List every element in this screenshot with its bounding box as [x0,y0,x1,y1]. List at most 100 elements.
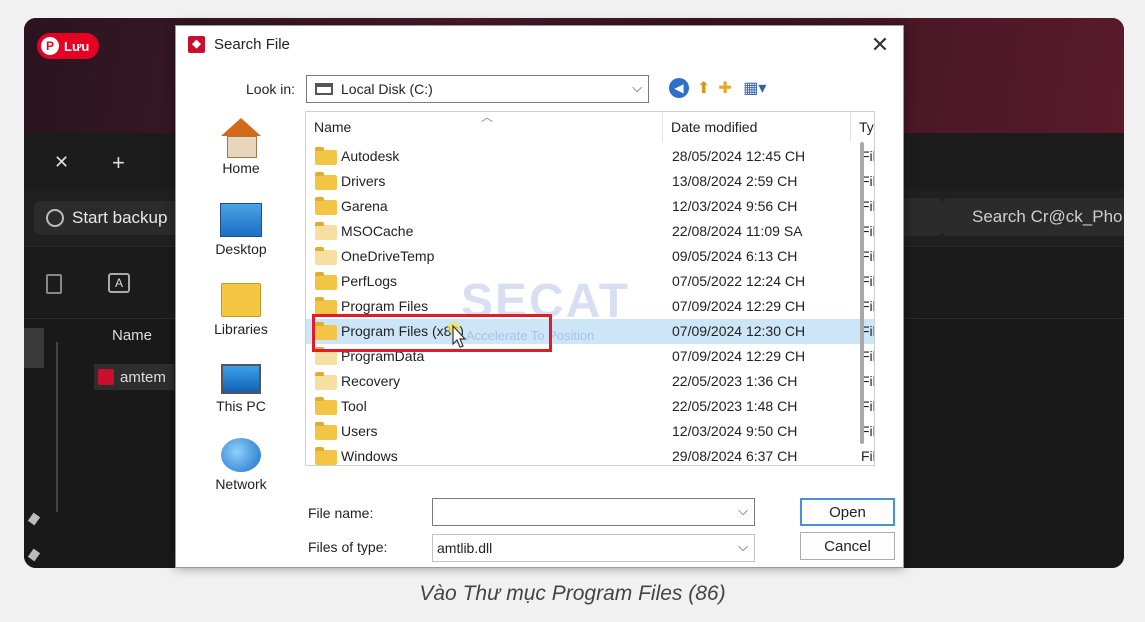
row-name: Autodesk [341,148,400,164]
column-header-type[interactable]: Ty [851,112,874,142]
explorer-file-item[interactable]: amtem [94,364,174,390]
image-caption: Vào Thư mục Program Files (86) [419,582,726,605]
table-row[interactable]: OneDriveTemp 09/05/2024 6:13 CH Fil [306,244,874,269]
folder-icon [315,297,337,315]
place-label: Libraries [214,321,268,337]
table-row[interactable]: Recovery 22/05/2023 1:36 CH Fil [306,369,874,394]
table-row[interactable]: MSOCache 22/08/2024 11:09 SA Fil [306,219,874,244]
row-name: Garena [341,198,388,214]
home-icon [221,118,261,158]
cancel-button[interactable]: Cancel [800,532,895,560]
row-date: 09/05/2024 6:13 CH [672,248,798,264]
desktop-icon [220,203,262,237]
place-label: This PC [216,398,266,414]
explorer-search-text: Search Cr@ck_Pho [972,207,1123,226]
folder-icon [315,147,337,165]
look-in-label: Look in: [246,81,296,97]
file-list[interactable]: ︿ Name Date modified Ty Autodesk 28/05/20… [305,111,875,466]
highlight-box [312,314,552,352]
place-this-pc[interactable]: This PC [196,364,286,414]
files-of-type-label: Files of type: [308,539,388,555]
folder-icon [315,447,337,465]
place-libraries[interactable]: Libraries [196,283,286,337]
new-tab-icon[interactable]: + [112,150,125,176]
search-file-dialog: ◆ Search File ✕ Look in: Local Disk (C:)… [175,25,904,568]
folder-icon [315,422,337,440]
row-name: Program Files [341,298,429,314]
close-dialog-button[interactable]: ✕ [867,32,893,58]
back-icon[interactable]: ◀ [669,78,689,98]
network-icon [221,438,261,472]
nav-pane-selection [24,328,44,368]
table-row[interactable]: Tool 22/05/2023 1:48 CH Fil [306,394,874,419]
adobe-file-icon [98,369,114,385]
up-folder-icon[interactable]: ⬆ [697,78,710,98]
row-name: OneDriveTemp [341,248,435,264]
place-home[interactable]: Home [196,118,286,176]
nav-pane-divider [56,342,58,512]
chevron-down-icon: ⌵ [738,539,748,554]
place-desktop[interactable]: Desktop [196,203,286,257]
rename-icon[interactable]: A [108,273,130,293]
article-frame: P Lưu ✕ + Start backup Search Cr@ck_Pho … [0,0,1145,622]
table-row[interactable]: Windows 29/08/2024 6:37 CH Fil [306,444,874,465]
save-label: Lưu [64,38,90,54]
start-backup-button[interactable]: Start backup [34,201,184,235]
start-backup-label: Start backup [72,208,168,227]
app-shield-icon: ◆ [188,36,205,53]
row-date: 07/09/2024 12:29 CH [672,348,806,364]
table-row[interactable]: Drivers 13/08/2024 2:59 CH Fil [306,169,874,194]
row-name: Tool [341,398,367,414]
row-date: 22/05/2023 1:36 CH [672,373,798,389]
row-type: Fil [861,448,875,464]
explorer-search-box[interactable]: Search Cr@ck_Pho [942,198,1124,236]
table-row[interactable]: Users 12/03/2024 9:50 CH Fil [306,419,874,444]
table-row[interactable]: Garena 12/03/2024 9:56 CH Fil [306,194,874,219]
folder-icon [315,172,337,190]
file-name-combobox[interactable]: ⌵ [432,498,755,526]
dialog-title: Search File [214,36,290,53]
backup-icon [46,209,64,227]
open-button[interactable]: Open [800,498,895,526]
row-date: 07/05/2022 12:24 CH [672,273,806,289]
look-in-dropdown[interactable]: Local Disk (C:) ⌵ [306,75,649,103]
column-header-name[interactable]: Name [306,112,663,142]
paste-icon[interactable] [46,274,62,294]
explorer-name-header[interactable]: Name [112,327,152,344]
folder-icon [315,272,337,290]
table-row[interactable]: Autodesk 28/05/2024 12:45 CH Fil [306,144,874,169]
file-name-input[interactable] [433,499,723,525]
row-date: 12/03/2024 9:50 CH [672,423,798,439]
column-header-date[interactable]: Date modified [663,112,851,142]
dialog-titlebar: ◆ Search File ✕ [176,26,903,64]
place-label: Home [222,160,260,176]
row-date: 22/05/2023 1:48 CH [672,398,798,414]
close-tab-icon[interactable]: ✕ [54,152,69,173]
dialog-nav-toolbar: ◀ ⬆ ✚ ▦▾ [669,78,770,98]
row-name: Drivers [341,173,386,189]
place-label: Desktop [215,241,267,257]
files-of-type-value: amtlib.dll [437,540,493,556]
vertical-scrollbar[interactable] [860,142,864,444]
files-of-type-select[interactable]: amtlib.dll ⌵ [432,534,755,562]
place-network[interactable]: Network [196,438,286,492]
computer-icon [221,364,261,394]
row-name: Recovery [341,373,401,389]
table-row[interactable]: PerfLogs 07/05/2022 12:24 CH Fil [306,269,874,294]
row-date: 28/05/2024 12:45 CH [672,148,806,164]
row-date: 29/08/2024 6:37 CH [672,448,798,464]
mouse-cursor-icon [448,322,467,348]
view-menu-icon[interactable]: ▦▾ [740,78,770,98]
folder-icon [315,397,337,415]
new-folder-icon[interactable]: ✚ [718,78,731,98]
row-name: PerfLogs [341,273,398,289]
pinterest-icon: P [41,37,59,55]
pinterest-save-button[interactable]: P Lưu [37,33,100,59]
row-name: Users [341,423,378,439]
look-in-value: Local Disk (C:) [341,81,433,97]
libraries-icon [221,283,261,317]
row-name: MSOCache [341,223,414,239]
place-label: Network [215,476,267,492]
row-date: 07/09/2024 12:30 CH [672,323,806,339]
chevron-down-icon[interactable]: ⌵ [738,503,748,519]
